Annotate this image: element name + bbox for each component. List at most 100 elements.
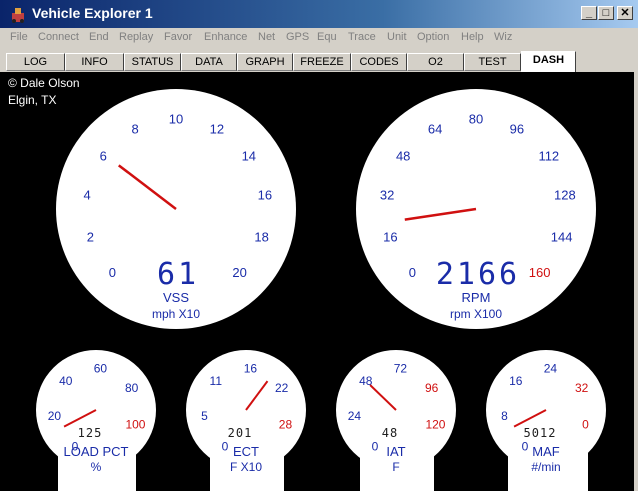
- iat-unit: F: [392, 460, 399, 474]
- menu-gps[interactable]: GPS: [286, 31, 309, 43]
- maf-readout: 5012: [524, 426, 557, 440]
- vss-tick-label: 18: [254, 229, 268, 244]
- tab-test[interactable]: TEST: [464, 53, 521, 71]
- iat-gauge: 02448729612048IATF: [336, 350, 456, 491]
- iat-tick-label: 72: [394, 361, 408, 375]
- rpm-label: RPM: [462, 290, 491, 305]
- rpm-tick-label: 112: [538, 149, 559, 164]
- menu-bar: File Connect End Replay Favor Enhance Ne…: [0, 28, 638, 48]
- load-gauge: 020406080100125LOAD PCT%: [36, 350, 156, 491]
- tab-info[interactable]: INFO: [65, 53, 124, 71]
- maximize-button[interactable]: □: [598, 6, 614, 20]
- menu-enhance[interactable]: Enhance: [204, 31, 247, 43]
- tab-dash[interactable]: DASH: [521, 51, 576, 72]
- load-tick-label: 20: [48, 409, 62, 423]
- vss-tick-label: 10: [169, 112, 183, 127]
- menu-unit[interactable]: Unit: [387, 31, 407, 43]
- ect-readout: 201: [228, 426, 253, 440]
- vss-tick-label: 6: [100, 149, 107, 164]
- ect-tick-label: 5: [201, 409, 208, 423]
- menu-connect[interactable]: Connect: [38, 31, 79, 43]
- menu-replay[interactable]: Replay: [119, 31, 153, 43]
- tab-freeze[interactable]: FREEZE: [293, 53, 351, 71]
- menu-net[interactable]: Net: [258, 31, 275, 43]
- menu-favor[interactable]: Favor: [164, 31, 192, 43]
- rpm-tick-label: 48: [396, 149, 410, 164]
- window-title: Vehicle Explorer 1: [32, 5, 153, 21]
- maf-tick-label: 24: [544, 361, 558, 375]
- menu-help[interactable]: Help: [461, 31, 484, 43]
- load-tick-label: 60: [94, 361, 108, 375]
- iat-label: IAT: [386, 444, 405, 459]
- load-tick-label: 40: [59, 374, 73, 388]
- load-label: LOAD PCT: [63, 444, 128, 459]
- title-bar: Vehicle Explorer 1 _ □ ✕: [0, 0, 638, 28]
- tab-status[interactable]: STATUS: [124, 53, 181, 71]
- close-button[interactable]: ✕: [617, 6, 633, 20]
- vss-tick-label: 20: [232, 265, 246, 280]
- rpm-tick-label: 144: [551, 229, 573, 244]
- tab-graph[interactable]: GRAPH: [237, 53, 293, 71]
- maf-tick-label: 16: [509, 374, 523, 388]
- vss-tick-label: 12: [210, 121, 224, 136]
- gauge-canvas: 0246810121416182061VSSmph X1001632486480…: [36, 89, 606, 491]
- rpm-tick-label: 64: [428, 121, 442, 136]
- tab-data[interactable]: DATA: [181, 53, 237, 71]
- menu-equ[interactable]: Equ: [317, 31, 337, 43]
- rpm-tick-label: 32: [380, 187, 394, 202]
- vss-tick-label: 4: [83, 187, 90, 202]
- maf-tick-label: 32: [575, 381, 589, 395]
- rpm-gauge: 0 16 32 48 64 80 96 112 128 144 160 2166RPM rpm X100: [356, 89, 596, 329]
- iat-tick-label: 24: [348, 409, 362, 423]
- rpm-tick-label: 160: [529, 265, 551, 280]
- rpm-tick-label: 0: [409, 265, 416, 280]
- maf-tick-label: 0: [522, 440, 529, 454]
- menu-file[interactable]: File: [10, 31, 28, 43]
- ect-tick-label: 16: [244, 361, 258, 375]
- rpm-tick-label: 16: [383, 229, 397, 244]
- menu-option[interactable]: Option: [417, 31, 449, 43]
- iat-tick-label: 120: [425, 418, 445, 432]
- vss-unit: mph X10: [152, 307, 200, 321]
- tab-codes[interactable]: CODES: [351, 53, 407, 71]
- vss-tick-label: 8: [132, 121, 139, 136]
- maf-tick-label: 0: [582, 418, 589, 432]
- load-tick-label: 80: [125, 381, 139, 395]
- ect-unit: F X10: [230, 460, 262, 474]
- vss-tick-label: 2: [87, 229, 94, 244]
- tab-bar: LOG INFO STATUS DATA GRAPH FREEZE CODES …: [6, 51, 638, 72]
- tab-log[interactable]: LOG: [6, 53, 65, 71]
- maf-gauge: 0816243205012MAF#/min: [486, 350, 606, 491]
- iat-readout: 48: [382, 426, 398, 440]
- maf-unit: #/min: [531, 460, 560, 474]
- rpm-unit: rpm X100: [450, 307, 502, 321]
- rpm-tick-label: 96: [510, 121, 524, 136]
- tab-o2[interactable]: O2: [407, 53, 464, 71]
- ect-label: ECT: [233, 444, 259, 459]
- ect-gauge: 0 5 11 16 22 28 201 ECTF X10: [186, 350, 306, 491]
- menu-wiz[interactable]: Wiz: [494, 31, 512, 43]
- vss-tick-label: 14: [242, 149, 256, 164]
- ect-tick-label: 28: [279, 418, 293, 432]
- load-tick-label: 100: [125, 418, 145, 432]
- maf-label: MAF: [532, 444, 560, 459]
- menu-end[interactable]: End: [89, 31, 109, 43]
- minimize-button[interactable]: _: [581, 6, 597, 20]
- rpm-tick-label: 128: [554, 187, 576, 202]
- maf-tick-label: 8: [501, 409, 508, 423]
- ect-tick-label: 22: [275, 381, 289, 395]
- vss-label: VSS: [163, 290, 189, 305]
- iat-tick-label: 96: [425, 381, 439, 395]
- load-unit: %: [91, 460, 102, 474]
- menu-trace[interactable]: Trace: [348, 31, 376, 43]
- vss-readout: 61: [157, 257, 199, 292]
- ect-tick-label: 11: [210, 374, 223, 388]
- vss-tick-label: 0: [109, 265, 116, 280]
- load-readout: 125: [78, 426, 103, 440]
- dashboard-panel: © Dale Olson Elgin, TX 0 2 4 6 8 10 12 14 16 18 20…: [0, 72, 634, 491]
- vss-gauge: 0 2 4 6 8 10 12 14 16 18 20 61VSS mph X10: [56, 89, 296, 329]
- rpm-readout: 2166: [436, 257, 520, 292]
- rpm-tick-label: 80: [469, 112, 483, 127]
- iat-tick-label: 0: [372, 440, 379, 454]
- ect-tick-label: 0: [222, 440, 229, 454]
